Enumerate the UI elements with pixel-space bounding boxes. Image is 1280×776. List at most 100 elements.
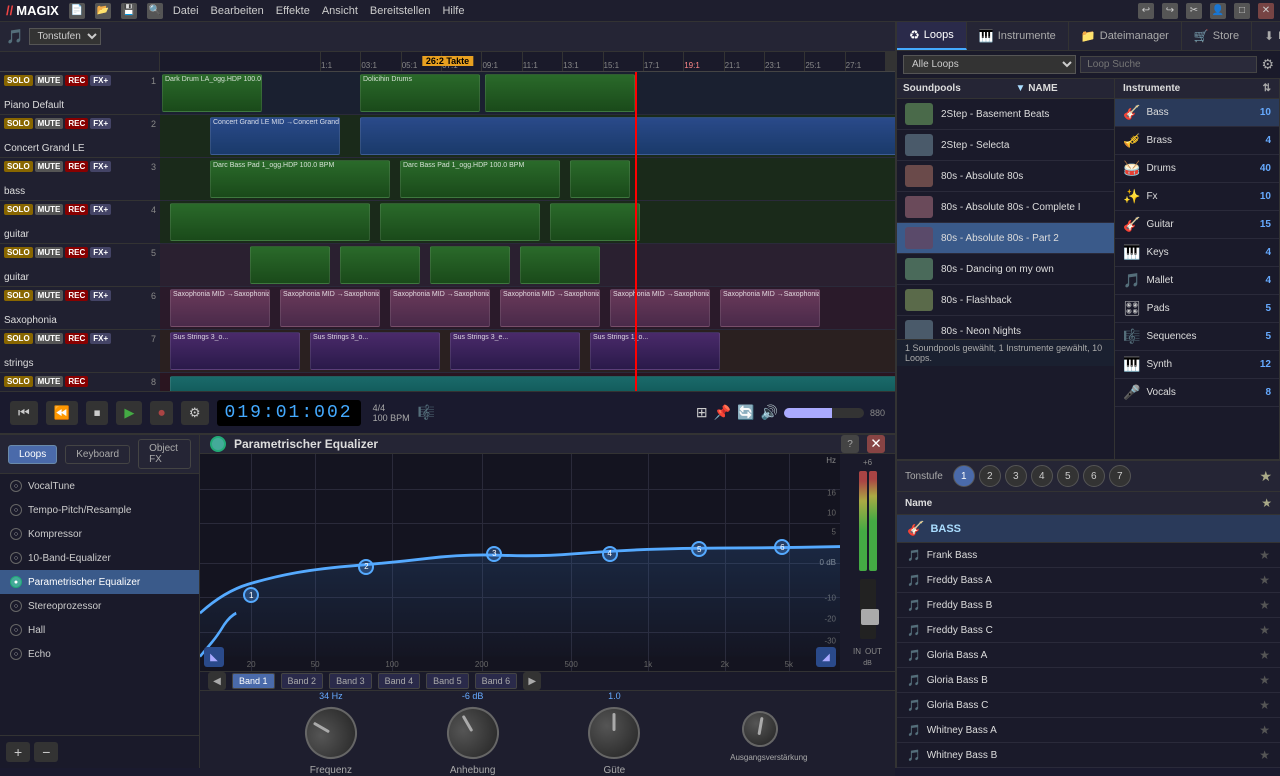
fx-btn-6[interactable]: FX+ <box>90 290 111 301</box>
instr-mallet[interactable]: 🎵 Mallet 4 <box>1115 267 1279 295</box>
band-point-4[interactable]: 4 <box>602 546 618 562</box>
prev-button[interactable]: ⏪ <box>46 401 78 425</box>
sample-star-4[interactable]: ★ <box>1259 648 1270 662</box>
tonstufe-btn-3[interactable]: 3 <box>1005 465 1027 487</box>
sample-freddy-b[interactable]: 🎵 Freddy Bass B ★ <box>897 593 1280 618</box>
settings-gear-icon[interactable]: ⚙ <box>1261 56 1274 73</box>
add-effect-button[interactable]: + <box>6 742 30 762</box>
eq-prev-band[interactable]: ◀ <box>208 672 226 690</box>
quality-knob[interactable] <box>588 707 640 759</box>
eq-close-button[interactable]: ✕ <box>867 435 885 453</box>
loops-tab[interactable]: Loops <box>8 445 57 464</box>
mute-btn-4[interactable]: MUTE <box>35 204 64 215</box>
clip[interactable] <box>360 117 895 155</box>
tonstufe-btn-6[interactable]: 6 <box>1083 465 1105 487</box>
freq-knob[interactable] <box>295 697 366 768</box>
clip[interactable]: Saxophonia MID →Saxophonia <box>610 289 710 327</box>
sample-freddy-a[interactable]: 🎵 Freddy Bass A ★ <box>897 568 1280 593</box>
track-row-8[interactable] <box>160 373 895 391</box>
effect-10band[interactable]: ○ 10-Band-Equalizer <box>0 546 199 570</box>
track-row-5[interactable] <box>160 244 895 287</box>
cut-icon[interactable]: ✂ <box>1186 3 1202 19</box>
mute-btn-7[interactable]: MUTE <box>35 333 64 344</box>
remove-effect-button[interactable]: − <box>34 742 58 762</box>
effect-kompressor[interactable]: ○ Kompressor <box>0 522 199 546</box>
menu-ansicht[interactable]: Ansicht <box>322 5 358 17</box>
solo-btn-7[interactable]: SOLO <box>4 333 33 344</box>
track-row-3[interactable]: Darc Bass Pad 1_ogg.HDP 100.0 BPM Darc B… <box>160 158 895 201</box>
redo-icon[interactable]: ↪ <box>1162 3 1178 19</box>
search-icon[interactable]: 🔍 <box>147 3 163 19</box>
eq-help-button[interactable]: ? <box>841 435 859 453</box>
eq-next-band[interactable]: ▶ <box>523 672 541 690</box>
effect-vocaltune[interactable]: ○ VocalTune <box>0 474 199 498</box>
instr-synth[interactable]: 🎹 Synth 12 <box>1115 351 1279 379</box>
sp-item-3[interactable]: 80s - Absolute 80s - Complete I <box>897 192 1114 223</box>
play-button[interactable]: ▶ <box>116 401 142 425</box>
sample-gloria-a[interactable]: 🎵 Gloria Bass A ★ <box>897 643 1280 668</box>
clip[interactable] <box>170 203 370 241</box>
boost-knob[interactable] <box>437 697 508 768</box>
sp-item-1[interactable]: 2Step - Selecta <box>897 130 1114 161</box>
sample-whitney-a[interactable]: 🎵 Whitney Bass A ★ <box>897 718 1280 743</box>
snap-icon[interactable]: 📌 <box>714 404 731 421</box>
track-row-2[interactable]: Concert Grand LE MID →Concert Grand LE <box>160 115 895 158</box>
solo-btn-8[interactable]: SOLO <box>4 376 33 387</box>
settings-button[interactable]: ⚙ <box>181 401 209 425</box>
sample-freddy-c[interactable]: 🎵 Freddy Bass C ★ <box>897 618 1280 643</box>
clip[interactable] <box>340 246 420 284</box>
sample-frank-bass[interactable]: 🎵 Frank Bass ★ <box>897 543 1280 568</box>
track-row-4[interactable] <box>160 201 895 244</box>
open-icon[interactable]: 📂 <box>95 3 111 19</box>
name-sort-label[interactable]: ▼ NAME <box>1016 83 1109 94</box>
sample-star-0[interactable]: ★ <box>1259 548 1270 562</box>
instr-pads[interactable]: 🎛 Pads 5 <box>1115 295 1279 323</box>
track-row-6[interactable]: Saxophonia MID →Saxophonia Saxophonia MI… <box>160 287 895 330</box>
effect-tempo[interactable]: ○ Tempo-Pitch/Resample <box>0 498 199 522</box>
eq-power-button[interactable] <box>210 436 226 452</box>
band-point-5[interactable]: 5 <box>691 541 707 557</box>
clip[interactable]: Saxophonia MID →Saxophonia <box>500 289 600 327</box>
instr-fx[interactable]: ✨ Fx 10 <box>1115 183 1279 211</box>
tonstufe-btn-2[interactable]: 2 <box>979 465 1001 487</box>
band-btn-5[interactable]: Band 5 <box>426 673 469 689</box>
solo-btn-6[interactable]: SOLO <box>4 290 33 301</box>
tab-loops[interactable]: ♻ Loops <box>897 22 967 50</box>
clip[interactable]: Sus Strings 3_e... <box>450 332 580 370</box>
fx-btn-4[interactable]: FX+ <box>90 204 111 215</box>
instr-sequences[interactable]: 🎼 Sequences 5 <box>1115 323 1279 351</box>
sp-item-7[interactable]: 80s - Neon Nights <box>897 316 1114 339</box>
band-btn-4[interactable]: Band 4 <box>378 673 421 689</box>
clip[interactable]: Dark Drum LA_ogg.HDP 100.00 BPM <box>162 74 262 112</box>
fader-thumb[interactable] <box>861 609 879 625</box>
fx-btn-3[interactable]: FX+ <box>90 161 111 172</box>
band-point-3[interactable]: 3 <box>486 546 502 562</box>
effect-hall[interactable]: ○ Hall <box>0 618 199 642</box>
sample-gloria-c[interactable]: 🎵 Gloria Bass C ★ <box>897 693 1280 718</box>
clip[interactable] <box>485 74 635 112</box>
menu-effekte[interactable]: Effekte <box>276 5 310 17</box>
sp-item-2[interactable]: 80s - Absolute 80s <box>897 161 1114 192</box>
clip[interactable]: Darc Bass Pad 1_ogg.HDP 100.0 BPM <box>400 160 560 198</box>
sp-item-0[interactable]: 2Step - Basement Beats <box>897 99 1114 130</box>
clip[interactable]: Saxophonia MID →Saxophonia <box>280 289 380 327</box>
sample-whitney-b[interactable]: 🎵 Whitney Bass B ★ <box>897 743 1280 768</box>
loop-search-input[interactable] <box>1080 56 1257 73</box>
low-cut-icon[interactable]: ◣ <box>204 647 224 667</box>
instr-keys[interactable]: 🎹 Keys 4 <box>1115 239 1279 267</box>
band-btn-6[interactable]: Band 6 <box>475 673 518 689</box>
instr-guitar[interactable]: 🎸 Guitar 15 <box>1115 211 1279 239</box>
loop-category-select[interactable]: Alle Loops <box>903 55 1076 74</box>
band-point-1[interactable]: 1 <box>243 587 259 603</box>
clip[interactable]: Sus Strings 3_o... <box>310 332 440 370</box>
new-icon[interactable]: 📄 <box>69 3 85 19</box>
sample-gloria-b[interactable]: 🎵 Gloria Bass B ★ <box>897 668 1280 693</box>
band-btn-1[interactable]: Band 1 <box>232 673 275 689</box>
band-btn-3[interactable]: Band 3 <box>329 673 372 689</box>
clip[interactable]: Dolicihin Drums <box>360 74 480 112</box>
sample-star-3[interactable]: ★ <box>1259 623 1270 637</box>
tonstufe-btn-7[interactable]: 7 <box>1109 465 1131 487</box>
instr-bass[interactable]: 🎸 Bass 10 <box>1115 99 1279 127</box>
rec-btn-4[interactable]: REC <box>65 204 88 215</box>
clip[interactable]: Concert Grand LE MID →Concert Grand LE <box>210 117 340 155</box>
